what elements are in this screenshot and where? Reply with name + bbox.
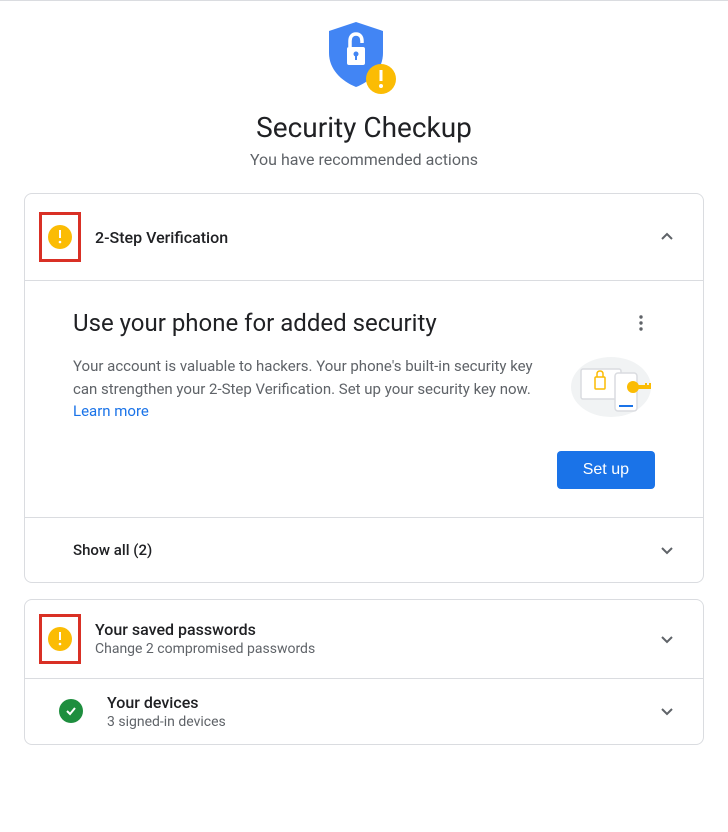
- chevron-down-icon: [655, 699, 679, 723]
- chevron-up-icon: [655, 225, 679, 249]
- devices-subtitle: 3 signed-in devices: [107, 714, 655, 730]
- more-options-icon[interactable]: [627, 309, 655, 341]
- learn-more-link[interactable]: Learn more: [73, 402, 149, 420]
- security-shield-icon: [323, 17, 405, 99]
- chevron-down-icon: [655, 627, 679, 651]
- two-step-verification-card: 2-Step Verification Use your phone for a…: [24, 193, 704, 583]
- devices-title: Your devices: [107, 693, 655, 712]
- two-step-panel: Use your phone for added security Your a…: [25, 280, 703, 517]
- two-step-header[interactable]: 2-Step Verification: [25, 194, 703, 280]
- two-step-title: 2-Step Verification: [95, 228, 655, 247]
- passwords-title: Your saved passwords: [95, 620, 655, 639]
- checkmark-icon: [59, 699, 83, 723]
- page-title: Security Checkup: [0, 111, 728, 144]
- show-all-row[interactable]: Show all (2): [25, 517, 703, 582]
- hero-section: Security Checkup You have recommended ac…: [0, 1, 728, 193]
- panel-title: Use your phone for added security: [73, 309, 437, 337]
- setup-button[interactable]: Set up: [557, 451, 655, 489]
- show-all-label: Show all (2): [73, 541, 152, 559]
- highlight-box: [39, 212, 81, 262]
- highlight-box: [39, 614, 81, 664]
- phone-security-illustration: [567, 355, 655, 419]
- passwords-subtitle: Change 2 compromised passwords: [95, 641, 655, 657]
- other-sections-card: Your saved passwords Change 2 compromise…: [24, 599, 704, 745]
- warning-icon: [48, 627, 72, 651]
- chevron-down-icon: [655, 538, 679, 562]
- your-devices-header[interactable]: Your devices 3 signed-in devices: [25, 678, 703, 744]
- page-subtitle: You have recommended actions: [0, 150, 728, 169]
- saved-passwords-header[interactable]: Your saved passwords Change 2 compromise…: [25, 600, 703, 678]
- panel-description: Your account is valuable to hackers. You…: [73, 355, 547, 423]
- warning-icon: [48, 225, 72, 249]
